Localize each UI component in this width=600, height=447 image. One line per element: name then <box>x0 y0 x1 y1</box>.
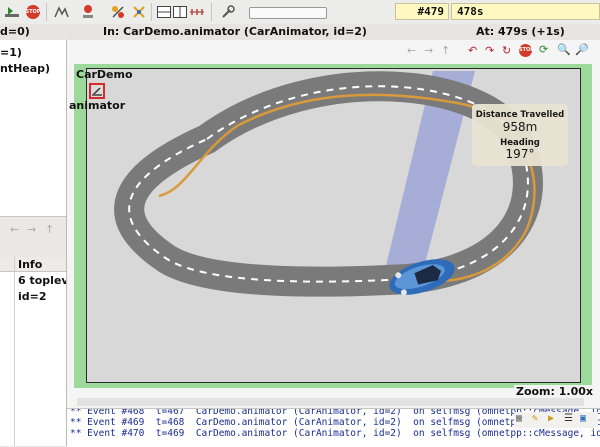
left-status: d=0) <box>0 24 66 41</box>
network-canvas[interactable]: ← → ↑ ↶ ↷ ↻ STOP ⟳ 🔍 🔎 Distance Travelle… <box>67 40 600 408</box>
layout-one-icon[interactable] <box>156 4 172 20</box>
step-icon[interactable] <box>4 4 20 20</box>
info-bar: In: CarDemo.animator (CarAnimator, id=2)… <box>67 24 600 41</box>
module-name: CarDemo <box>76 68 133 81</box>
inspector-nav: ← → ↑ <box>0 220 66 238</box>
screen-icon[interactable]: ▣ <box>580 413 586 424</box>
object-tree[interactable]: =1) ntHeap) <box>0 40 66 217</box>
next-event-time: At: 479s (+1s) <box>476 25 565 38</box>
event-number: #479 <box>395 3 449 20</box>
tree-line[interactable]: =1) <box>0 46 22 59</box>
exit-icon[interactable] <box>131 4 147 20</box>
table-header-info: Info <box>18 258 43 271</box>
inspect-icon[interactable] <box>220 4 236 20</box>
road <box>114 71 543 297</box>
stop-icon[interactable]: STOP <box>26 5 40 19</box>
rewind-icon[interactable]: ↶ <box>468 44 477 57</box>
sim-time: 478s <box>451 3 600 20</box>
redo-icon[interactable]: ↷ <box>485 44 494 57</box>
canvas-toolbar: ← → ↑ ↶ ↷ ↻ STOP ⟳ 🔍 🔎 <box>407 43 597 61</box>
forward-arrow-icon[interactable]: → <box>424 44 433 57</box>
playground: Distance Travelled 958m Heading 197° <box>74 64 592 388</box>
relayout-icon[interactable]: ⟳ <box>539 43 548 56</box>
distance-value: 958m <box>502 120 538 134</box>
tree-line[interactable]: ntHeap) <box>0 62 50 75</box>
speed-slider[interactable] <box>249 7 327 19</box>
distance-label: Distance Travelled <box>475 110 565 120</box>
copy-icon[interactable]: ▦ <box>516 413 522 424</box>
toolbar: STOP #479 478s <box>0 0 600 25</box>
table-row[interactable]: 6 topleve <box>18 274 66 287</box>
zoom-in-icon[interactable]: 🔍 <box>557 43 571 56</box>
timeline-icon[interactable] <box>189 4 205 20</box>
left-status-text: d=0) <box>0 25 30 38</box>
back-arrow-icon[interactable]: ← <box>407 44 416 57</box>
filter-icon[interactable]: ▶ <box>548 413 554 424</box>
log-toolbar: ▦ ✎ ▶ ☰ ▣ <box>514 412 598 428</box>
run-icon[interactable] <box>110 4 126 20</box>
animator-module[interactable] <box>89 83 105 99</box>
up-arrow-icon[interactable]: ↑ <box>441 44 450 57</box>
up-arrow-icon[interactable]: ↑ <box>45 223 54 236</box>
current-module-label: In: CarDemo.animator (CarAnimator, id=2) <box>103 25 367 38</box>
zoom-out-icon[interactable]: 🔎 <box>575 43 589 56</box>
refresh-icon[interactable]: ↻ <box>502 44 511 57</box>
zoom-level: Zoom: 1.00x <box>513 385 595 398</box>
info-table: Info 6 topleve id=2 <box>0 257 66 446</box>
layout-two-icon[interactable] <box>172 4 188 20</box>
settings-icon[interactable]: ☰ <box>564 413 573 424</box>
heading-value: 197° <box>505 147 535 161</box>
car-status-panel: Distance Travelled 958m Heading 197° <box>472 104 568 166</box>
forward-arrow-icon[interactable]: → <box>27 223 36 236</box>
table-row[interactable]: id=2 <box>18 290 47 303</box>
horizontal-scrollbar[interactable] <box>77 398 584 406</box>
log-line: ** Event #470 t=469 CarDemo.animator (Ca… <box>70 428 600 439</box>
record-icon[interactable] <box>80 4 96 20</box>
event-log: ** Event #468 t=467 CarDemo.animator (Ca… <box>67 408 600 447</box>
find-icon[interactable]: ✎ <box>532 413 538 424</box>
animator-label: animator <box>69 99 126 112</box>
left-panel: =1) ntHeap) ← → ↑ Info 6 topleve id=2 <box>0 40 67 446</box>
fast-icon[interactable] <box>53 4 69 20</box>
stop-icon[interactable]: STOP <box>519 44 534 57</box>
back-arrow-icon[interactable]: ← <box>10 223 19 236</box>
